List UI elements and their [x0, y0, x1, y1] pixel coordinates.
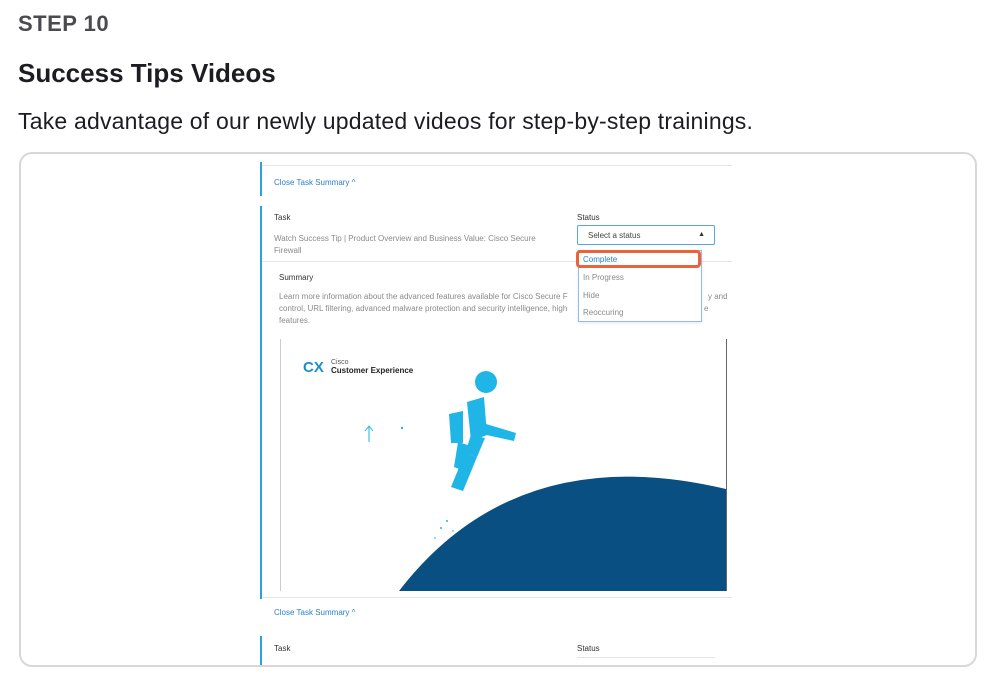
status-label: Status — [577, 644, 600, 653]
accent-bar — [260, 206, 262, 599]
accent-bar — [260, 162, 262, 196]
summary-text-fragment: y and — [708, 292, 728, 301]
caret-up-icon: ▲ — [698, 231, 705, 238]
step-label: STEP 10 — [18, 11, 110, 36]
task-label: Task — [274, 213, 291, 222]
hill-shape — [399, 476, 726, 591]
close-task-summary-link[interactable]: Close Task Summary ^ — [274, 608, 355, 617]
status-select[interactable]: Select a status ▲ — [577, 225, 715, 245]
video-frame-illustration: CX Cisco Customer Experience — [303, 359, 726, 591]
divider — [577, 657, 715, 658]
summary-text-line: control, URL filtering, advanced malware… — [279, 304, 568, 313]
brand-subtitle: Customer Experience — [331, 366, 414, 375]
divider — [262, 597, 732, 598]
sparkle-icon — [400, 426, 404, 430]
page-title: Success Tips Videos — [18, 58, 276, 88]
option-hide[interactable]: Hide — [583, 291, 599, 300]
dust-particles — [434, 520, 454, 539]
divider — [262, 165, 732, 166]
page-description: Take advantage of our newly updated vide… — [18, 108, 754, 134]
summary-text-line: Learn more information about the advance… — [279, 292, 568, 301]
status-label: Status — [577, 213, 600, 222]
summary-label: Summary — [279, 273, 314, 282]
close-task-summary-link[interactable]: Close Task Summary ^ — [274, 178, 355, 187]
option-in-progress[interactable]: In Progress — [583, 273, 624, 282]
embedded-screenshot: Close Task Summary ^ Task Status Watch S… — [21, 154, 975, 665]
screenshot-frame: Close Task Summary ^ Task Status Watch S… — [19, 152, 977, 667]
accent-bar — [260, 636, 262, 665]
arrow-up-icon — [364, 425, 374, 442]
summary-text-fragment: e — [704, 304, 709, 313]
task-text: Watch Success Tip | Product Overview and… — [274, 234, 536, 255]
brand-name: Cisco — [331, 359, 349, 366]
cx-logo-icon: CX — [303, 359, 324, 376]
summary-text-line: features. — [279, 316, 311, 325]
running-person-icon — [449, 371, 516, 491]
option-reoccuring[interactable]: Reoccuring — [583, 308, 623, 317]
highlight-outline — [576, 250, 701, 268]
video-player[interactable]: CX Cisco Customer Experience — [280, 339, 727, 591]
status-select-value: Select a status — [588, 231, 641, 240]
task-label: Task — [274, 644, 291, 653]
